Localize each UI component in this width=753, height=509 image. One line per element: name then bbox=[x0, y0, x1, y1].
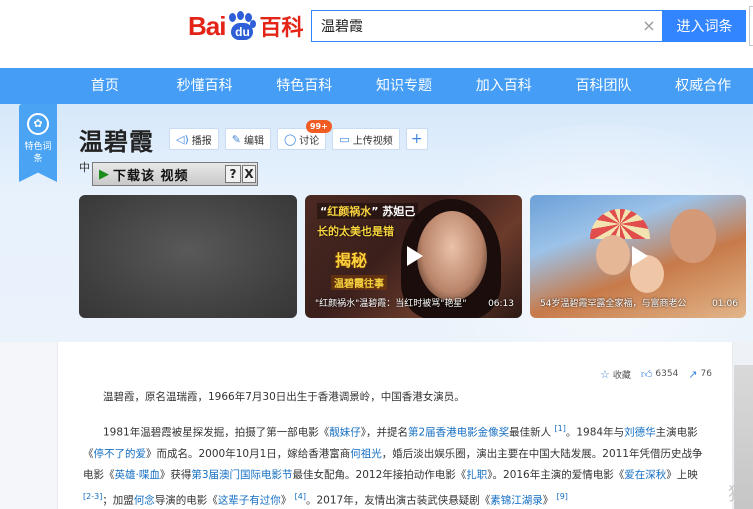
report-label: 播报 bbox=[191, 135, 212, 147]
link-person[interactable]: 刘德华 bbox=[624, 427, 656, 439]
video-overlay-title: “红颜祸水” 苏妲己 bbox=[317, 203, 419, 219]
nav-featured[interactable]: 特色百科 bbox=[254, 68, 354, 104]
logo-bai: Bai bbox=[188, 10, 226, 41]
play-arrow-icon: ▶ bbox=[99, 166, 109, 182]
thumbnail-face bbox=[417, 211, 487, 301]
video-overlay-reveal: 揭秘 bbox=[335, 251, 368, 270]
upload-video-button[interactable]: ▭ 上传视频 bbox=[332, 128, 400, 150]
share-button[interactable]: ↗ 76 bbox=[688, 368, 712, 381]
entry-title: 温碧霞 bbox=[79, 128, 154, 156]
discuss-count-badge: 99+ bbox=[305, 120, 332, 133]
nav-partner[interactable]: 权威合作 bbox=[653, 68, 753, 104]
link-film[interactable]: 扎职 bbox=[466, 469, 487, 481]
edit-label: 编辑 bbox=[243, 135, 264, 147]
clear-search-icon[interactable]: × bbox=[638, 15, 660, 37]
help-button[interactable]: ? bbox=[225, 165, 241, 183]
play-icon[interactable] bbox=[407, 246, 423, 266]
video-thumbnail-2[interactable]: “红颜祸水” 苏妲己 长的太美也是错 揭秘 温碧霞往事 "红颜祸水"温碧霞：当红… bbox=[305, 195, 522, 318]
discuss-label: 讨论 bbox=[299, 135, 320, 147]
cut-off-edge bbox=[749, 6, 753, 46]
video-thumbnail-1[interactable] bbox=[79, 195, 297, 318]
link-drama[interactable]: 素锦江湖录 bbox=[490, 494, 543, 506]
nav-home[interactable]: 首页 bbox=[55, 68, 155, 104]
video-duration: 01:06 bbox=[712, 299, 738, 309]
career-paragraph: 1981年温碧霞被星探发掘，拍摄了第一部电影《靓妹仔》，并提名第2届香港电影金像… bbox=[83, 424, 703, 506]
citation-link[interactable]: [2-3] bbox=[83, 492, 102, 501]
language-indicator: 中 bbox=[79, 161, 90, 174]
share-icon: ↗ bbox=[688, 367, 698, 381]
play-icon[interactable] bbox=[632, 246, 648, 266]
link-person[interactable]: 何祖光 bbox=[350, 448, 382, 460]
logo-paw-icon: du bbox=[226, 11, 257, 41]
close-download-bar-button[interactable]: X bbox=[242, 165, 256, 183]
link-film[interactable]: 停不了的爱 bbox=[94, 448, 147, 460]
link-festival[interactable]: 第3届澳门国际电影节 bbox=[191, 469, 292, 481]
video-overlay-subtitle: 长的太美也是错 bbox=[317, 225, 394, 238]
report-button[interactable]: ◁) 播报 bbox=[169, 128, 219, 150]
collect-label: 收藏 bbox=[612, 370, 631, 381]
search-input[interactable] bbox=[311, 10, 663, 42]
link-film[interactable]: 爱在深秋 bbox=[624, 469, 666, 481]
video-overlay-name: 温碧霞往事 bbox=[331, 275, 387, 290]
video-caption: "红颜祸水"温碧霞：当红时被骂"艳星" bbox=[315, 299, 467, 309]
chat-icon: ◯ bbox=[283, 132, 297, 146]
download-video-bar[interactable]: ▶ 下载该 视频 ? X bbox=[92, 162, 258, 186]
entry-toolbar: ◁) 播报 ✎ 编辑 ◯ 讨论 99+ ▭ 上传视频 + bbox=[169, 120, 428, 150]
add-button[interactable]: + bbox=[405, 128, 428, 150]
entry-stats: ☆ 收藏 👍︎ 6354 ↗ 76 bbox=[600, 366, 712, 382]
collect-button[interactable]: ☆ 收藏 bbox=[600, 368, 631, 381]
baidu-baike-logo[interactable]: Bai du 百科 bbox=[188, 6, 303, 46]
citation-link[interactable]: [1] bbox=[555, 424, 566, 433]
video-thumbnail-3[interactable]: 54岁温碧霞罕露全家福，与富商老公 01:06 bbox=[530, 195, 746, 318]
pencil-icon: ✎ bbox=[231, 132, 241, 146]
nav-team[interactable]: 百科团队 bbox=[554, 68, 654, 104]
citation-link[interactable]: [9] bbox=[557, 492, 568, 501]
like-button[interactable]: 👍︎ 6354 bbox=[641, 368, 678, 381]
discuss-button[interactable]: ◯ 讨论 99+ bbox=[276, 120, 332, 150]
citation-link[interactable]: [4] bbox=[295, 492, 306, 501]
summary-paragraph: 温碧霞，原名温瑞霞，1966年7月30日出生于香港调景岭，中国香港女演员。 bbox=[103, 391, 465, 403]
thumbnail-person bbox=[670, 209, 716, 263]
link-film[interactable]: 这辈子有过你 bbox=[218, 494, 281, 506]
logo-baike: 百科 bbox=[259, 15, 304, 40]
nav-miaodong[interactable]: 秒懂百科 bbox=[155, 68, 255, 104]
speaker-icon: ◁) bbox=[176, 132, 189, 146]
share-count: 76 bbox=[700, 369, 712, 379]
featured-ribbon-label: 特色词条 bbox=[24, 142, 52, 164]
enter-entry-button[interactable]: 进入词条 bbox=[663, 10, 746, 42]
link-film[interactable]: 靓妹仔 bbox=[329, 427, 361, 439]
watermark: 猫 bbox=[728, 484, 746, 505]
nav-join[interactable]: 加入百科 bbox=[454, 68, 554, 104]
link-film[interactable]: 英雄·喋血 bbox=[115, 469, 160, 481]
link-person[interactable]: 何念 bbox=[134, 494, 155, 506]
video-caption: 54岁温碧霞罕露全家福，与富商老公 bbox=[540, 299, 687, 309]
main-nav: 首页 秒懂百科 特色百科 知识专题 加入百科 百科团队 权威合作 bbox=[0, 68, 753, 104]
thumbnail-umbrella bbox=[590, 209, 650, 239]
star-icon: ☆ bbox=[600, 367, 610, 381]
video-camera-icon: ▭ bbox=[339, 132, 350, 146]
like-count: 6354 bbox=[655, 369, 679, 379]
edit-button[interactable]: ✎ 编辑 bbox=[224, 128, 271, 150]
top-header: Bai du 百科 × 进入词条 bbox=[0, 0, 753, 68]
upload-video-label: 上传视频 bbox=[352, 135, 393, 147]
link-award[interactable]: 第2届香港电影金像奖 bbox=[408, 427, 509, 439]
thumbnail-person bbox=[596, 235, 630, 275]
nav-topics[interactable]: 知识专题 bbox=[354, 68, 454, 104]
video-duration: 06:13 bbox=[488, 299, 514, 309]
flower-icon: ✿ bbox=[27, 113, 49, 135]
download-video-label: 下载该 视频 bbox=[113, 168, 189, 184]
thumbs-up-icon: 👍︎ bbox=[640, 367, 653, 381]
